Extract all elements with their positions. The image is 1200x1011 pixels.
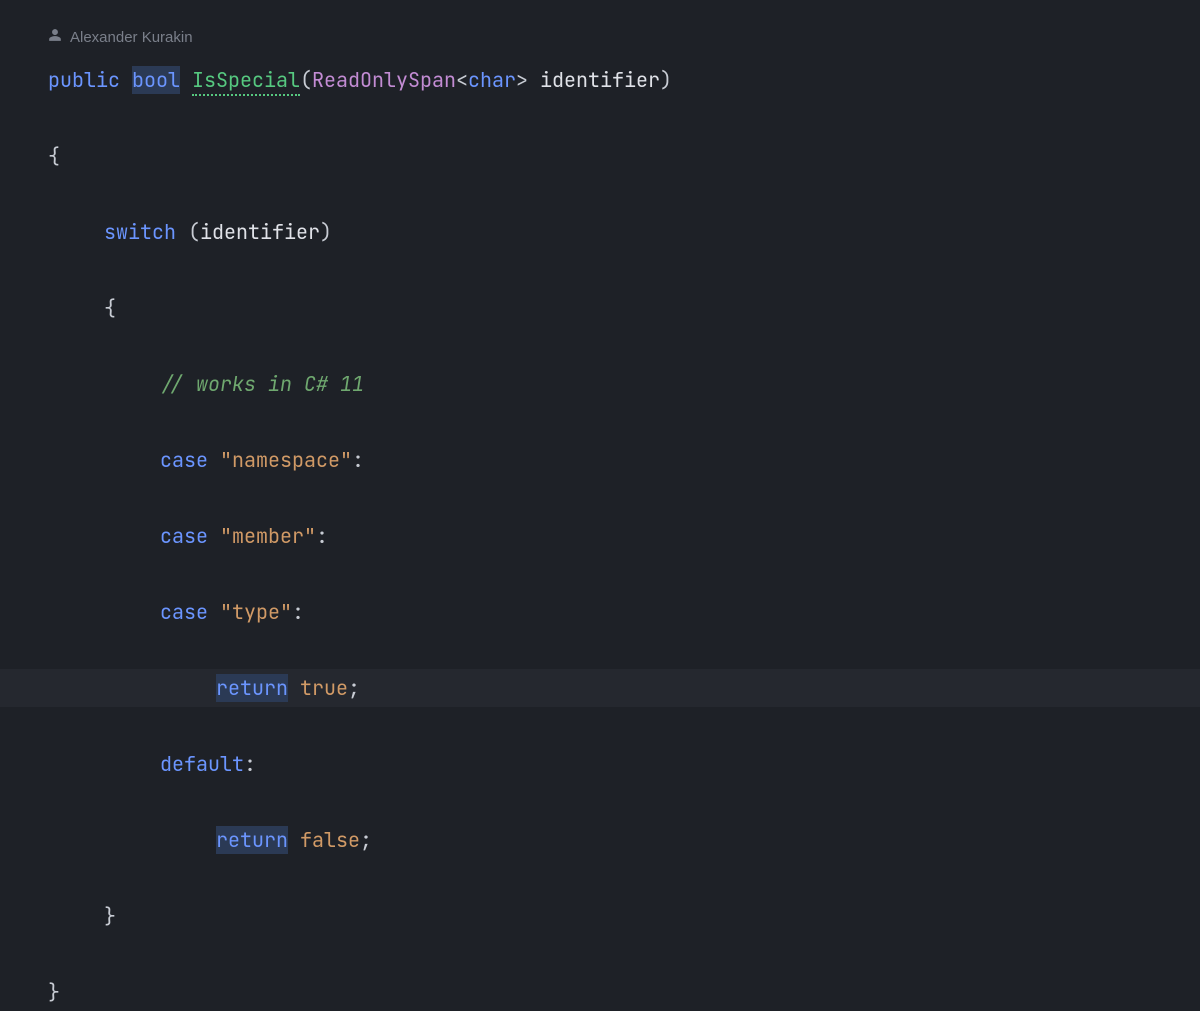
- method-name: IsSpecial: [192, 67, 300, 96]
- code-line: // works in C# 11: [48, 365, 1200, 403]
- code-line: case "member":: [48, 517, 1200, 555]
- string-literal: "member": [220, 523, 316, 549]
- keyword-case: case: [160, 523, 208, 549]
- keyword-case: case: [160, 599, 208, 625]
- string-literal: "type": [220, 599, 292, 625]
- code-line: case "namespace":: [48, 441, 1200, 479]
- code-line: {: [48, 137, 1200, 175]
- code-line: }: [48, 897, 1200, 935]
- literal-false: false: [300, 827, 360, 853]
- keyword-bool: bool: [132, 66, 180, 94]
- code-line: {: [48, 289, 1200, 327]
- brace-open: {: [48, 143, 60, 169]
- paren-close: ): [660, 67, 672, 93]
- keyword-default: default: [160, 751, 244, 777]
- angle-open: <: [456, 67, 468, 93]
- string-literal: "namespace": [220, 447, 352, 473]
- identifier-ref: identifier: [200, 219, 320, 245]
- code-line: public bool IsSpecial(ReadOnlySpan<char>…: [48, 61, 1200, 99]
- paren-open: (: [300, 67, 312, 93]
- literal-true: true: [300, 675, 348, 701]
- code-line: return false;: [48, 821, 1200, 859]
- code-line: default:: [48, 745, 1200, 783]
- keyword-return: return: [216, 826, 288, 854]
- comment: // works in C# 11: [160, 371, 364, 397]
- param-identifier: identifier: [540, 67, 660, 93]
- code-line: case "type":: [48, 593, 1200, 631]
- author-name: Alexander Kurakin: [70, 24, 193, 53]
- type-readonlyspan: ReadOnlySpan: [312, 67, 456, 93]
- brace-close: }: [48, 979, 60, 1005]
- code-line-highlighted: return true;: [0, 669, 1200, 707]
- keyword-return: return: [216, 674, 288, 702]
- code-line: }: [48, 973, 1200, 1011]
- code-block: public bool IsSpecial(ReadOnlySpan<char>…: [48, 61, 1200, 1011]
- code-line: switch (identifier): [48, 213, 1200, 251]
- angle-close: >: [516, 67, 528, 93]
- keyword-switch: switch: [104, 219, 176, 245]
- keyword-case: case: [160, 447, 208, 473]
- keyword-public: public: [48, 67, 120, 93]
- author-annotation: Alexander Kurakin: [48, 24, 1200, 53]
- type-char: char: [468, 67, 516, 93]
- user-icon: [48, 24, 62, 53]
